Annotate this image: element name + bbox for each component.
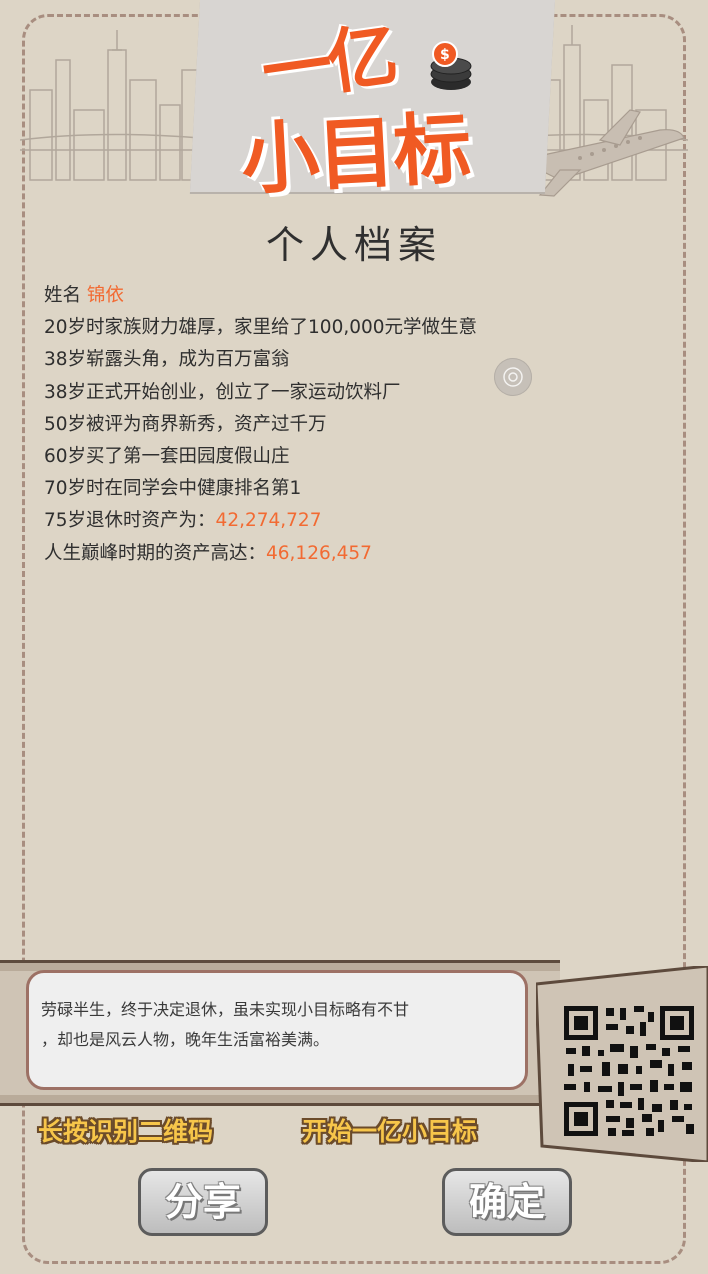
name-row: 姓名 锦依 <box>44 280 664 312</box>
page-title: 个人档案 <box>265 223 442 267</box>
summary-line-1: 劳碌半生，终于决定退休，虽未实现小目标略有不甘 <box>41 1000 410 1019</box>
retirement-assets-row: 75岁退休时资产为：42,274,727 <box>44 505 664 537</box>
game-logo: 一亿 小目标 $ <box>189 0 556 206</box>
qr-code-icon <box>562 1004 696 1138</box>
retirement-assets-value: 42,274,727 <box>215 510 322 532</box>
floating-assist-button[interactable] <box>494 358 532 396</box>
coin-stack-icon: $ <box>430 41 472 90</box>
name-value: 锦依 <box>86 285 124 306</box>
summary-bubble: 劳碌半生，终于决定退休，虽未实现小目标略有不甘 ，却也是风云人物，晚年生活富裕美… <box>26 970 528 1090</box>
life-event: 38岁正式开始创业，创立了一家运动饮料厂 <box>44 381 401 403</box>
assist-ring-icon <box>503 367 523 387</box>
qr-code-panel[interactable] <box>536 966 708 1162</box>
profile-details: 姓名 锦依 20岁时家族财力雄厚，家里给了100,000元学做生意 38岁崭露头… <box>44 280 664 570</box>
life-event: 38岁崭露头角，成为百万富翁 <box>44 349 290 371</box>
logo-text-line2: 小目标 <box>239 104 472 206</box>
peak-assets-label: 人生巅峰时期的资产高达： <box>44 542 267 564</box>
life-event: 70岁时在同学会中健康排名第1 <box>44 478 302 500</box>
peak-assets-row: 人生巅峰时期的资产高达：46,126,457 <box>44 538 664 570</box>
summary-line-2: ，却也是风云人物，晚年生活富裕美满。 <box>41 1030 330 1049</box>
qr-hint-label: 长按识别二维码 <box>38 1117 214 1146</box>
confirm-button[interactable]: 确定 <box>442 1168 572 1236</box>
life-event: 60岁买了第一套田园度假山庄 <box>44 446 290 468</box>
name-label: 姓名 <box>44 285 82 306</box>
life-event: 50岁被评为商界新秀，资产过千万 <box>44 413 327 435</box>
start-game-link[interactable]: 开始一亿小目标 <box>302 1112 477 1148</box>
share-button[interactable]: 分享 <box>138 1168 268 1236</box>
life-event: 20岁时家族财力雄厚，家里给了100,000元学做生意 <box>44 317 478 339</box>
retirement-assets-label: 75岁退休时资产为： <box>44 510 216 532</box>
peak-assets-value: 46,126,457 <box>266 542 372 564</box>
svg-text:$: $ <box>440 47 450 63</box>
